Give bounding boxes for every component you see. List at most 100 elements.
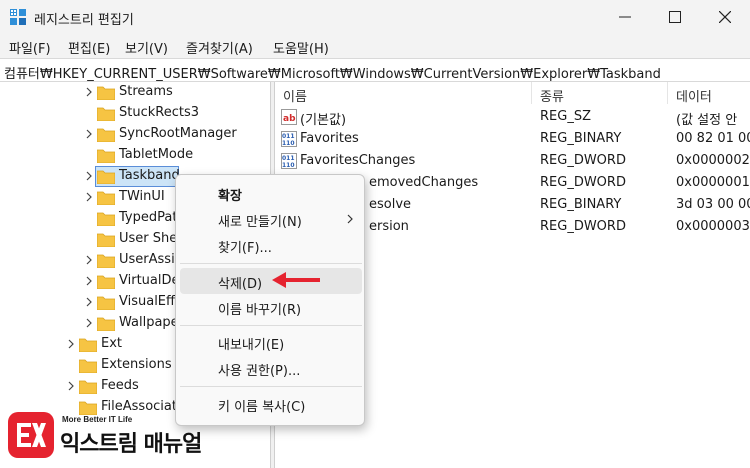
chevron-right-icon (68, 339, 74, 349)
tree-item-label: Wallpape (119, 315, 179, 330)
folder-icon (97, 233, 115, 247)
value-data: 00 82 01 00 (676, 131, 750, 146)
tree-item-label: Streams (119, 84, 173, 99)
tree-item-label: Ext (101, 336, 123, 351)
menu-item-label: 새로 만들기(N) (218, 215, 302, 230)
folder-icon (97, 86, 115, 100)
folder-icon (79, 380, 97, 394)
menu-item-label: 이름 바꾸기(R) (218, 303, 302, 318)
chevron-right-icon (86, 255, 92, 265)
maximize-button[interactable] (650, 0, 700, 34)
menu-separator (180, 325, 362, 326)
tree-item-label: TypedPat (119, 210, 178, 225)
value-type: REG_DWORD (540, 219, 626, 234)
tree-item-label: VisualEffe (119, 294, 183, 309)
column-header-data[interactable]: 데이터 (668, 82, 750, 105)
value-data: 0x0000001 (676, 175, 750, 190)
menu-item-label: 삭제(D) (218, 277, 263, 292)
menu-view[interactable]: 보기(V) (125, 38, 168, 57)
tree-item-label: VirtualDe (119, 273, 180, 288)
chevron-right-icon (86, 276, 92, 286)
tree-item-tabletmode[interactable]: TabletMode (0, 145, 270, 166)
folder-icon (97, 107, 115, 121)
tree-item-label: TabletMode (119, 147, 194, 162)
menu-file[interactable]: 파일(F) (9, 38, 51, 57)
tree-item-streams[interactable]: Streams (0, 82, 270, 103)
menu-edit[interactable]: 편집(E) (68, 38, 110, 57)
tree-item-stuckrects3[interactable]: StuckRects3 (0, 103, 270, 124)
brand-logo-icon (8, 412, 54, 458)
svg-text:011: 011 (282, 133, 295, 140)
address-bar[interactable]: 컴퓨터₩HKEY_CURRENT_USER₩Software₩Microsoft… (0, 58, 750, 82)
value-row[interactable]: 011 110 Favorites REG_BINARY 00 82 01 00 (275, 128, 750, 150)
value-name: esolve (369, 197, 412, 212)
menu-item-export[interactable]: 내보내기(E) (180, 329, 362, 355)
tree-item-label: TWinUI (119, 189, 165, 204)
column-header-name[interactable]: 이름 (275, 82, 532, 105)
menu-item-label: 사용 권한(P)... (218, 364, 301, 379)
menu-item-label: 확장 (218, 189, 242, 204)
svg-text:ab: ab (283, 114, 296, 124)
regedit-app-icon (10, 9, 26, 25)
menu-favorites[interactable]: 즐겨찾기(A) (186, 38, 253, 57)
value-row[interactable]: ab (기본값) REG_SZ (값 설정 안 (275, 106, 750, 128)
address-path: 컴퓨터₩HKEY_CURRENT_USER₩Software₩Microsoft… (4, 67, 661, 82)
minimize-icon (619, 16, 631, 18)
value-name: Favorites (300, 131, 359, 146)
svg-text:011: 011 (282, 155, 295, 162)
value-type: REG_BINARY (540, 197, 622, 212)
value-type: REG_BINARY (540, 131, 622, 146)
chevron-right-icon (86, 129, 92, 139)
column-header-type[interactable]: 종류 (532, 82, 668, 105)
folder-icon (79, 359, 97, 373)
binary-value-icon: 011110 (281, 153, 297, 169)
chevron-right-icon (86, 87, 92, 97)
menu-separator (180, 263, 362, 264)
tree-item-label: SyncRootManager (119, 126, 237, 141)
tree-item-label: Extensions (101, 357, 172, 372)
folder-icon (97, 317, 115, 331)
chevron-right-icon (86, 171, 92, 181)
value-name: emovedChanges (369, 175, 479, 190)
value-name: (기본값) (300, 113, 347, 128)
tree-item-label: StuckRects3 (119, 105, 199, 120)
value-data: 3d 03 00 00 (676, 197, 750, 212)
brand-watermark: More Better IT Life 익스트림 매뉴얼 (8, 412, 248, 464)
folder-icon (97, 296, 115, 310)
value-type: REG_SZ (540, 109, 591, 124)
minimize-button[interactable] (600, 0, 650, 34)
tree-item-label: UserAssis (119, 252, 182, 267)
value-data: 0x0000003 (676, 219, 750, 234)
menu-item-permissions[interactable]: 사용 권한(P)... (180, 355, 362, 381)
value-type: REG_DWORD (540, 175, 626, 190)
chevron-right-icon (86, 297, 92, 307)
chevron-right-icon (68, 381, 74, 391)
folder-icon (97, 254, 115, 268)
folder-icon (79, 338, 97, 352)
folder-icon (97, 170, 115, 184)
binary-value-icon: 011110 (281, 131, 297, 147)
value-row[interactable]: 011 110 FavoritesChanges REG_DWORD 0x0000… (275, 150, 750, 172)
menu-item-rename[interactable]: 이름 바꾸기(R) (180, 294, 362, 320)
brand-name: 익스트림 매뉴얼 (60, 432, 202, 457)
close-button[interactable] (700, 0, 750, 34)
tree-item-syncrootmanager[interactable]: SyncRootManager (0, 124, 270, 145)
value-name: ersion (369, 219, 409, 234)
ex-logo-icon (17, 423, 46, 447)
folder-icon (97, 212, 115, 226)
chevron-right-icon (86, 318, 92, 328)
menu-item-new[interactable]: 새로 만들기(N) (180, 206, 362, 232)
menu-item-expand[interactable]: 확장 (180, 180, 362, 206)
menu-item-label: 찾기(F)... (218, 241, 272, 256)
tree-item-label: Feeds (101, 378, 139, 393)
menu-help[interactable]: 도움말(H) (273, 38, 329, 57)
value-type: REG_DWORD (540, 153, 626, 168)
value-data: 0x0000002a (676, 153, 750, 168)
title-bar: 레지스트리 편집기 (0, 0, 750, 34)
brand-tagline: More Better IT Life (62, 415, 133, 424)
value-name: FavoritesChanges (300, 153, 416, 168)
window-title: 레지스트리 편집기 (34, 13, 134, 28)
chevron-right-icon (86, 192, 92, 202)
menu-item-find[interactable]: 찾기(F)... (180, 232, 362, 258)
submenu-chevron-icon (347, 214, 353, 224)
